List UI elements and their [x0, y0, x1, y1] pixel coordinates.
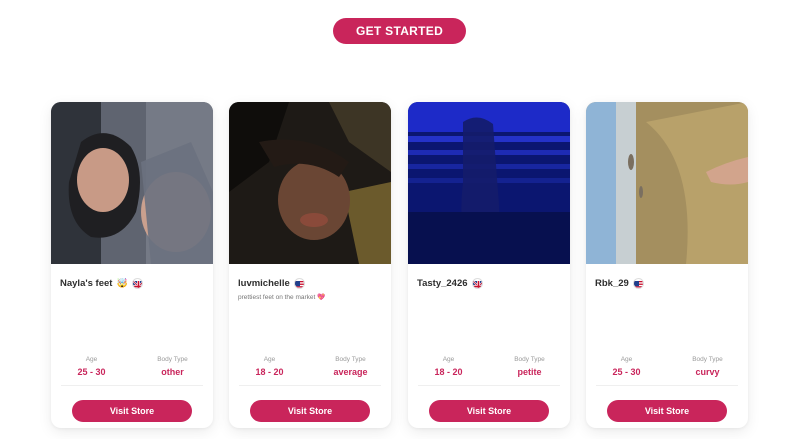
body-type-label: Body Type — [692, 356, 723, 363]
body-type-value: curvy — [695, 367, 720, 377]
photo-placeholder-1 — [51, 102, 213, 264]
photo-placeholder-3 — [408, 102, 570, 264]
exploding-head-emoji: 🤯 — [116, 278, 128, 288]
seller-photo[interactable] — [408, 102, 570, 264]
seller-card[interactable]: luvmichelle prettiest feet on the market… — [229, 102, 391, 428]
visit-store-button[interactable]: Visit Store — [607, 400, 727, 422]
body-type-value: average — [333, 367, 368, 377]
visit-store-button[interactable]: Visit Store — [250, 400, 370, 422]
us-flag-icon — [632, 278, 644, 289]
divider — [61, 385, 203, 386]
body-type-label: Body Type — [157, 356, 188, 363]
seller-card[interactable]: Rbk_29 Age 25 - 30 Body Type curvy Visit… — [586, 102, 748, 428]
seller-photo[interactable] — [586, 102, 748, 264]
age-value: 18 - 20 — [434, 367, 463, 377]
get-started-button[interactable]: GET STARTED — [333, 18, 466, 44]
divider — [418, 385, 560, 386]
uk-flag-icon — [131, 278, 143, 289]
seller-photo[interactable] — [51, 102, 213, 264]
age-label: Age — [263, 356, 276, 363]
age-value: 25 - 30 — [612, 367, 641, 377]
age-label: Age — [442, 356, 455, 363]
divider — [239, 385, 381, 386]
divider — [596, 385, 738, 386]
age-value: 18 - 20 — [255, 367, 284, 377]
body-type-label: Body Type — [335, 356, 366, 363]
uk-flag-icon — [471, 278, 483, 289]
seller-name: Tasty_2426 — [417, 278, 468, 289]
seller-name: luvmichelle — [238, 278, 290, 289]
body-type-label: Body Type — [514, 356, 545, 363]
visit-store-button[interactable]: Visit Store — [72, 400, 192, 422]
visit-store-button[interactable]: Visit Store — [429, 400, 549, 422]
age-label: Age — [620, 356, 633, 363]
body-type-value: other — [161, 367, 184, 377]
photo-placeholder-4 — [586, 102, 748, 264]
seller-card[interactable]: Tasty_2426 Age 18 - 20 Body Type petite … — [408, 102, 570, 428]
seller-bio: prettiest feet on the market 💖 — [238, 294, 326, 301]
seller-name: Rbk_29 — [595, 278, 629, 289]
seller-photo[interactable] — [229, 102, 391, 264]
us-flag-icon — [293, 278, 305, 289]
seller-card[interactable]: Nayla's feet 🤯 Age 25 - 30 Body Type oth… — [51, 102, 213, 428]
age-label: Age — [85, 356, 98, 363]
body-type-value: petite — [517, 367, 542, 377]
age-value: 25 - 30 — [77, 367, 106, 377]
seller-name: Nayla's feet — [60, 278, 113, 289]
photo-placeholder-2 — [229, 102, 391, 264]
